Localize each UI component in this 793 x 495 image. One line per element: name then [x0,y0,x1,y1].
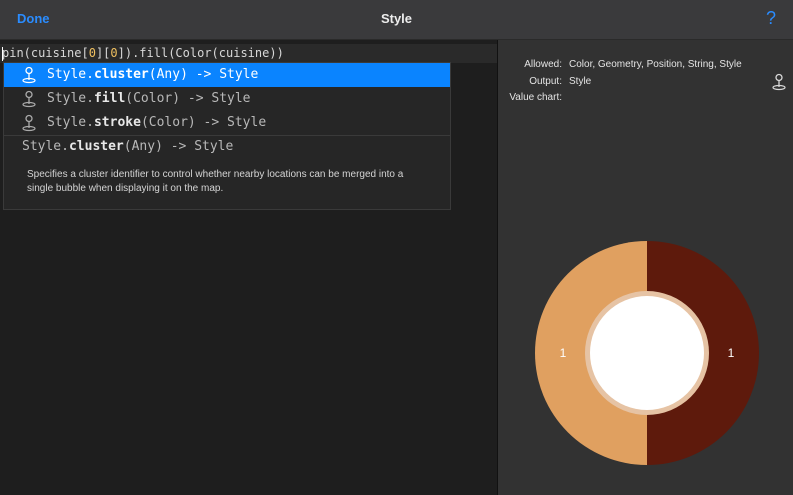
autocomplete-popup: Style.cluster(Any) -> Style Style.fill(C… [3,62,451,210]
suggestion-style-cluster[interactable]: Style.cluster(Any) -> Style [4,63,450,87]
pie-slice-label: 1 [728,346,735,360]
detail-prefix: Style. [22,139,69,154]
code-index: 0 [88,46,96,60]
suggestion-prefix: Style. [47,115,94,130]
suggestion-prefix: Style. [47,67,94,82]
info-panel: Allowed: Color, Geometry, Position, Stri… [498,40,793,495]
detail-description: Specifies a cluster identifier to contro… [27,169,404,194]
divider [4,135,450,136]
detail-signature: Style.cluster(Any) -> Style [22,139,233,154]
suggestion-prefix: Style. [47,91,94,106]
suggestion-function: cluster [93,67,149,82]
suggestion-style-stroke[interactable]: Style.stroke(Color) -> Style [4,111,450,135]
navigation-bar: Done Style ? [0,0,793,40]
code-suffix: ]).fill(Color(cuisine)) [117,46,284,60]
value-chart: 11 [535,241,759,465]
suggestion-function: fill [93,91,126,106]
detail-rest: (Any) -> Style [123,139,234,154]
code-index: 0 [110,46,118,60]
detail-function: cluster [68,139,124,154]
page-title: Style [380,11,413,26]
help-icon[interactable]: ? [766,8,776,29]
code-prefix: pin(cuisine[ [2,46,89,60]
donut-hole [590,296,704,410]
suggestion-signature: (Color) -> Style [140,115,267,130]
suggestion-signature: (Color) -> Style [125,91,251,106]
code-bracket: ][ [95,46,111,60]
suggestion-signature: (Any) -> Style [148,67,259,82]
suggestion-style-fill[interactable]: Style.fill(Color) -> Style [4,87,450,111]
map-pin-icon [21,114,37,141]
suggestion-function: stroke [93,115,141,130]
code-line[interactable]: pin(cuisine[0][0]).fill(Color(cuisine)) [0,44,497,63]
pie-slice-label: 1 [560,346,567,360]
